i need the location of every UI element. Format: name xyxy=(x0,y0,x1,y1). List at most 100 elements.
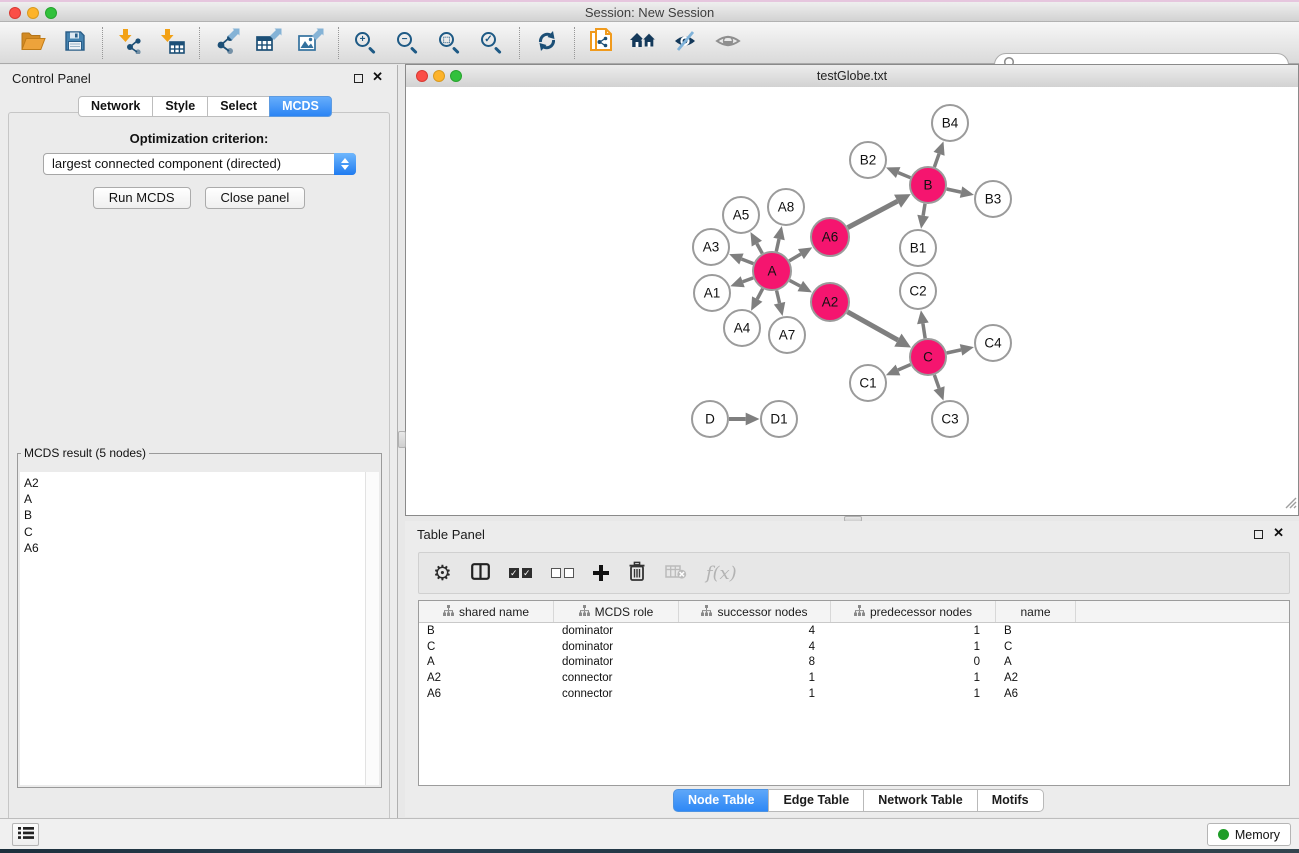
node-B3[interactable]: B3 xyxy=(975,181,1011,217)
zoom-fit-button[interactable]: ⬚ xyxy=(432,25,468,61)
node-B2[interactable]: B2 xyxy=(850,142,886,178)
deselect-all-button[interactable] xyxy=(551,558,574,588)
node-A8[interactable]: A8 xyxy=(768,189,804,225)
function-builder-button[interactable]: f(x) xyxy=(706,558,737,588)
resize-grip-icon[interactable] xyxy=(1284,496,1297,514)
first-neighbors-button[interactable] xyxy=(626,25,662,61)
table-row-a2[interactable]: A2connector11A2 xyxy=(419,670,1289,686)
edge-C-C2[interactable] xyxy=(917,310,929,338)
cell[interactable]: connector xyxy=(554,688,679,700)
node-A5[interactable]: A5 xyxy=(723,197,759,233)
node-B[interactable]: B xyxy=(910,167,946,203)
vertical-splitter-handle[interactable] xyxy=(398,431,406,448)
zoom-in-button[interactable]: + xyxy=(348,25,384,61)
column-header-mcds-role[interactable]: MCDS role xyxy=(554,601,679,622)
result-item-a6[interactable]: A6 xyxy=(24,540,365,556)
network-window-titlebar[interactable]: testGlobe.txt xyxy=(406,65,1298,88)
import-table-button[interactable] xyxy=(154,25,190,61)
tab-select[interactable]: Select xyxy=(207,96,270,117)
node-B1[interactable]: B1 xyxy=(900,230,936,266)
delete-table-button[interactable] xyxy=(665,558,687,588)
node-D[interactable]: D xyxy=(692,401,728,437)
cell[interactable]: 1 xyxy=(679,688,831,700)
node-C1[interactable]: C1 xyxy=(850,365,886,401)
tab-node-table[interactable]: Node Table xyxy=(673,789,769,812)
network-canvas[interactable]: B4B2BB3A5A8A6A3AB1A1C2A4A7A2C4CC1C3DD1 xyxy=(406,87,1298,515)
node-C2[interactable]: C2 xyxy=(900,273,936,309)
tab-network-table[interactable]: Network Table xyxy=(863,789,978,812)
new-network-from-file-button[interactable] xyxy=(584,25,620,61)
cell[interactable]: 1 xyxy=(831,641,996,653)
cell[interactable]: 0 xyxy=(831,656,996,668)
edge-A-A6[interactable] xyxy=(789,247,812,261)
float-table-panel-icon[interactable] xyxy=(1254,530,1263,539)
node-A1[interactable]: A1 xyxy=(694,275,730,311)
edge-C-C4[interactable] xyxy=(947,344,974,355)
run-mcds-button[interactable]: Run MCDS xyxy=(93,187,191,209)
memory-button[interactable]: Memory xyxy=(1207,823,1291,846)
edge-B-B1[interactable] xyxy=(917,204,929,229)
edge-C-C3[interactable] xyxy=(934,375,945,401)
cell[interactable]: 1 xyxy=(831,672,996,684)
cell[interactable]: B xyxy=(996,625,1076,637)
cell[interactable]: C xyxy=(996,641,1076,653)
cell[interactable]: A xyxy=(996,656,1076,668)
cell[interactable]: A2 xyxy=(996,672,1076,684)
node-A7[interactable]: A7 xyxy=(769,317,805,353)
cell[interactable]: B xyxy=(419,625,554,637)
edge-C-C1[interactable] xyxy=(886,365,911,376)
tab-mcds[interactable]: MCDS xyxy=(269,96,332,117)
node-A3[interactable]: A3 xyxy=(693,229,729,265)
export-network-button[interactable] xyxy=(209,25,245,61)
cell[interactable]: A2 xyxy=(419,672,554,684)
node-C3[interactable]: C3 xyxy=(932,401,968,437)
table-settings-button[interactable]: ⚙ xyxy=(433,558,452,588)
result-item-a[interactable]: A xyxy=(24,491,365,507)
cell[interactable]: A6 xyxy=(419,688,554,700)
edge-A-A3[interactable] xyxy=(729,254,753,265)
edge-A-A2[interactable] xyxy=(790,280,812,292)
node-table[interactable]: shared nameMCDS rolesuccessor nodesprede… xyxy=(418,600,1290,786)
zoom-selected-button[interactable]: ✓ xyxy=(474,25,510,61)
edge-A-A7[interactable] xyxy=(774,290,785,316)
cell[interactable]: 4 xyxy=(679,641,831,653)
cell[interactable]: A6 xyxy=(996,688,1076,700)
result-item-b[interactable]: B xyxy=(24,507,365,523)
export-image-button[interactable] xyxy=(293,25,329,61)
node-A[interactable]: A xyxy=(753,252,791,290)
tab-network[interactable]: Network xyxy=(78,96,153,117)
edge-B-B2[interactable] xyxy=(886,167,910,178)
cell[interactable]: dominator xyxy=(554,656,679,668)
edge-B-B3[interactable] xyxy=(947,186,974,197)
close-panel-button[interactable]: Close panel xyxy=(205,187,306,209)
cell[interactable]: A xyxy=(419,656,554,668)
export-table-button[interactable] xyxy=(251,25,287,61)
cell[interactable]: 1 xyxy=(679,672,831,684)
zoom-out-button[interactable]: − xyxy=(390,25,426,61)
close-panel-icon[interactable]: ✕ xyxy=(372,69,383,85)
hide-selected-button[interactable] xyxy=(668,25,704,61)
cell[interactable]: 1 xyxy=(831,688,996,700)
column-header-name[interactable]: name xyxy=(996,601,1076,622)
task-history-button[interactable] xyxy=(12,823,39,846)
tab-style[interactable]: Style xyxy=(152,96,208,117)
cell[interactable]: C xyxy=(419,641,554,653)
edge-A6-B[interactable] xyxy=(848,194,911,227)
column-header-shared-name[interactable]: shared name xyxy=(419,601,554,622)
add-column-button[interactable] xyxy=(593,558,609,588)
edge-A-A1[interactable] xyxy=(730,276,753,287)
edge-A-A4[interactable] xyxy=(751,289,763,311)
tab-edge-table[interactable]: Edge Table xyxy=(768,789,864,812)
table-row-a6[interactable]: A6connector11A6 xyxy=(419,686,1289,702)
node-B4[interactable]: B4 xyxy=(932,105,968,141)
import-network-button[interactable] xyxy=(112,25,148,61)
edge-A2-C[interactable] xyxy=(847,312,911,348)
open-file-button[interactable] xyxy=(15,25,51,61)
save-session-button[interactable] xyxy=(57,25,93,61)
cell[interactable]: 1 xyxy=(831,625,996,637)
table-row-c[interactable]: Cdominator41C xyxy=(419,639,1289,655)
result-item-c[interactable]: C xyxy=(24,524,365,540)
cell[interactable]: 4 xyxy=(679,625,831,637)
criterion-select[interactable]: largest connected component (directed) xyxy=(43,153,356,175)
cell[interactable]: dominator xyxy=(554,625,679,637)
